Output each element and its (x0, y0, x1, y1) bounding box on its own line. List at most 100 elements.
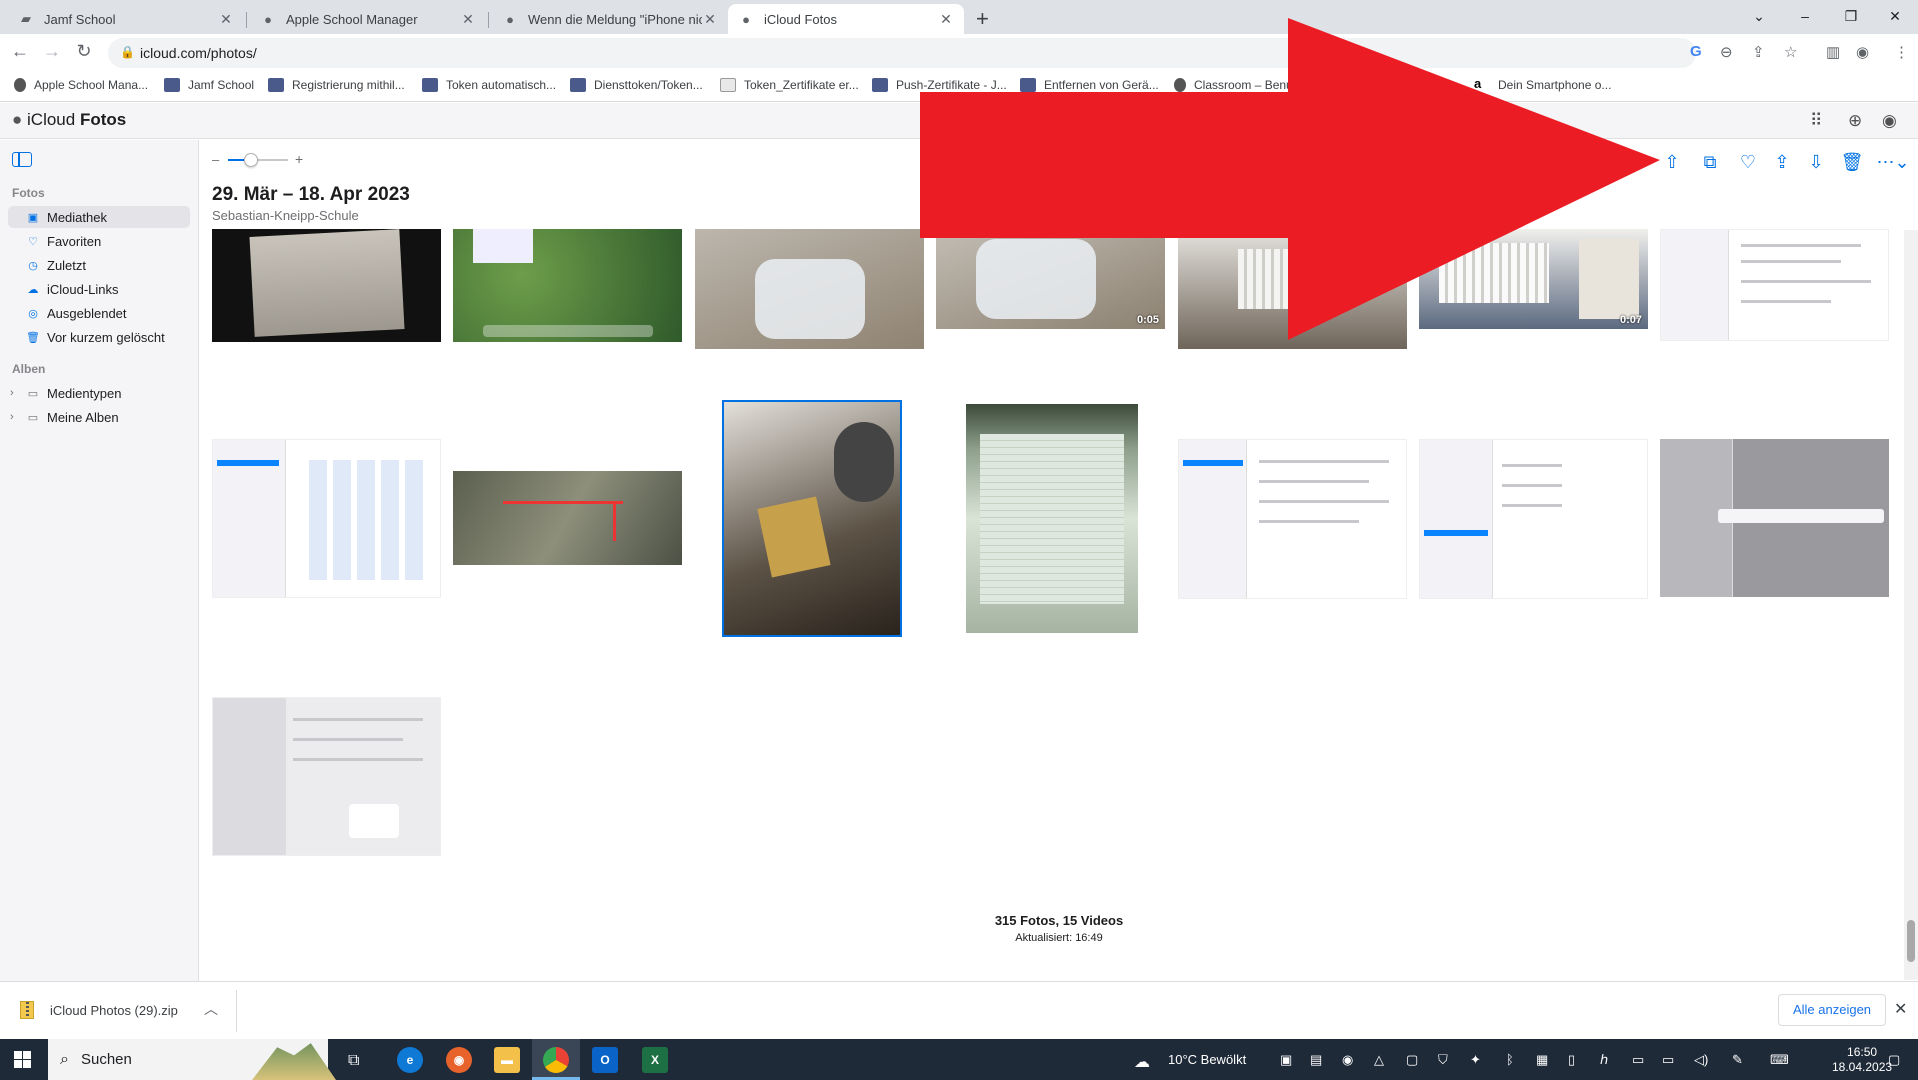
zoom-slider-handle[interactable] (244, 153, 258, 167)
sidebar-item-vor-kurzem-geloescht[interactable]: 🗑 Vor kurzem gelöscht (8, 326, 190, 348)
apple-icon: ● (264, 11, 272, 27)
account-icon[interactable]: ◉ (1882, 111, 1897, 131)
tab-search-icon[interactable]: ⌄ (1736, 4, 1782, 28)
bookmark-star-icon[interactable]: ☆ (1784, 43, 1797, 61)
screenshot-thumbnail[interactable] (212, 439, 441, 598)
file-explorer-icon[interactable]: ▬ (494, 1047, 520, 1073)
sidebar-section-alben: Alben (12, 362, 46, 376)
more-options-icon[interactable]: ⋯⌄ (1876, 152, 1910, 173)
show-all-downloads-button[interactable]: Alle anzeigen (1778, 994, 1886, 1026)
windows-start-icon[interactable] (14, 1051, 31, 1068)
tab-apple-school-manager[interactable]: ● Apple School Manager ✕ (250, 4, 486, 34)
bookmark-apple-school-manager[interactable]: Apple School Mana... (14, 78, 148, 92)
notification-icon[interactable]: ▢ (1888, 1052, 1900, 1068)
battery-icon[interactable]: ▭ (1632, 1052, 1644, 1068)
display-icon[interactable]: ▭ (1662, 1052, 1674, 1068)
pen-icon[interactable]: ✎ (1732, 1052, 1743, 1068)
upload-icon[interactable]: ⇧ (1660, 152, 1684, 173)
scrollbar-thumb[interactable] (1907, 920, 1915, 962)
restore-icon[interactable]: ❐ (1828, 4, 1874, 28)
app-grid-icon[interactable]: ⠿ (1810, 111, 1822, 131)
favorite-heart-icon[interactable]: ♡ (1736, 152, 1760, 173)
tray-shield-icon[interactable]: ⛉ (1438, 1052, 1448, 1068)
bookmark-token-automatisch[interactable]: Token automatisch... (422, 78, 556, 92)
close-icon[interactable]: ✕ (218, 11, 234, 28)
share-icon[interactable]: ⇪ (1770, 152, 1794, 173)
volume-icon[interactable]: ◁) (1694, 1052, 1708, 1068)
screenshot-thumbnail[interactable] (1660, 439, 1889, 597)
zoom-in-icon[interactable]: + (295, 151, 303, 167)
outlook-icon[interactable]: O (592, 1047, 618, 1073)
photo-thumbnail[interactable] (453, 471, 682, 565)
firefox-icon[interactable]: ◉ (446, 1047, 472, 1073)
photo-thumbnail[interactable] (695, 229, 924, 349)
hp-icon[interactable]: ℎ (1600, 1052, 1608, 1068)
share-icon[interactable]: ⇪ (1752, 43, 1765, 61)
sidebar-item-ausgeblendet[interactable]: ◎ Ausgeblendet (8, 302, 190, 324)
sidebar-item-mediathek[interactable]: ▣ Mediathek (8, 206, 190, 228)
tray-device-icon[interactable]: ▯ (1568, 1052, 1575, 1068)
app-title[interactable]: ● iCloud Fotos (12, 110, 126, 130)
tray-app-icon[interactable]: ▤ (1310, 1052, 1322, 1068)
sidebar-item-medientypen[interactable]: › ▭ Medientypen (8, 382, 190, 404)
forward-icon[interactable]: → (40, 41, 64, 62)
sidebar-item-favoriten[interactable]: ♡ Favoriten (8, 230, 190, 252)
zoom-icon[interactable]: ⊖ (1720, 43, 1733, 61)
task-view-icon[interactable]: ⧉ (348, 1052, 359, 1070)
sidebar-item-meine-alben[interactable]: › ▭ Meine Alben (8, 406, 190, 428)
keyboard-icon[interactable]: ⌨ (1770, 1052, 1789, 1068)
tray-chrome-icon[interactable]: ◉ (1342, 1052, 1353, 1068)
window-close-icon[interactable]: ✕ (1872, 4, 1918, 28)
delete-trash-icon[interactable]: 🗑 (1840, 152, 1864, 173)
bookmark-jamf-school[interactable]: Jamf School (164, 78, 254, 92)
menu-icon[interactable]: ⋮ (1894, 43, 1909, 61)
photo-thumbnail[interactable] (966, 404, 1138, 633)
screenshot-thumbnail[interactable] (1660, 229, 1889, 341)
minimize-icon[interactable]: – (1782, 4, 1828, 28)
bluetooth-icon[interactable]: ᛒ (1506, 1052, 1514, 1067)
tray-network-icon[interactable]: ▦ (1536, 1052, 1548, 1068)
chevron-right-icon[interactable]: › (10, 387, 14, 399)
bookmark-token-zertifikate[interactable]: Token_Zertifikate er... (720, 78, 859, 92)
bookmark-diensttoken[interactable]: Diensttoken/Token... (570, 78, 703, 92)
screenshot-thumbnail[interactable] (212, 697, 441, 856)
tab-iphone-meldung[interactable]: ● Wenn die Meldung "iPhone nicht ✕ (492, 4, 728, 34)
profile-icon[interactable]: ◉ (1856, 43, 1869, 61)
close-icon[interactable]: ✕ (460, 11, 476, 28)
bookmark-registrierung[interactable]: Registrierung mithil... (268, 78, 405, 92)
close-icon[interactable]: ✕ (702, 11, 718, 28)
side-panel-icon[interactable]: ▥ (1826, 43, 1840, 61)
edge-icon[interactable]: e (397, 1047, 423, 1073)
download-item[interactable]: iCloud Photos (29).zip (20, 1001, 178, 1019)
photo-thumbnail-selected[interactable] (722, 400, 902, 637)
tray-drive-icon[interactable]: △ (1374, 1052, 1384, 1068)
library-summary: 315 Fotos, 15 Videos (994, 913, 1124, 928)
download-icon[interactable]: ⇩ (1804, 152, 1828, 173)
tray-app-icon[interactable]: ▣ (1280, 1052, 1292, 1068)
back-icon[interactable]: ← (8, 41, 32, 62)
screenshot-thumbnail[interactable] (1178, 439, 1407, 599)
chevron-right-icon[interactable]: › (10, 411, 14, 423)
google-icon[interactable]: G (1690, 43, 1702, 60)
excel-icon[interactable]: X (642, 1047, 668, 1073)
weather-text[interactable]: 10°C Bewölkt (1168, 1052, 1246, 1067)
sidebar-item-icloud-links[interactable]: ☁ iCloud-Links (8, 278, 190, 300)
scrollbar[interactable] (1904, 230, 1918, 980)
chevron-up-icon[interactable]: ︿ (204, 999, 218, 1019)
sidebar-item-zuletzt[interactable]: ◷ Zuletzt (8, 254, 190, 276)
zoom-out-icon[interactable]: – (212, 152, 219, 167)
taskbar-clock[interactable]: 16:50 18.04.2023 (1832, 1045, 1892, 1075)
tab-jamf-school[interactable]: ▰ Jamf School ✕ (8, 4, 244, 34)
sidebar-toggle-icon[interactable] (12, 152, 32, 167)
photo-thumbnail[interactable] (212, 229, 441, 342)
tray-outlook-icon[interactable]: ▢ (1406, 1052, 1418, 1068)
reload-icon[interactable]: ↻ (72, 41, 96, 62)
lock-icon[interactable]: 🔒 (120, 45, 135, 59)
add-to-album-icon[interactable]: ⧉ (1698, 152, 1722, 173)
close-download-bar-icon[interactable]: ✕ (1894, 999, 1907, 1019)
tray-app-icon[interactable]: ✦ (1470, 1052, 1481, 1068)
add-icon[interactable]: ⊕ (1848, 111, 1862, 131)
screenshot-thumbnail[interactable] (1419, 439, 1648, 599)
photo-thumbnail[interactable] (453, 229, 682, 342)
chrome-icon[interactable] (543, 1047, 569, 1073)
